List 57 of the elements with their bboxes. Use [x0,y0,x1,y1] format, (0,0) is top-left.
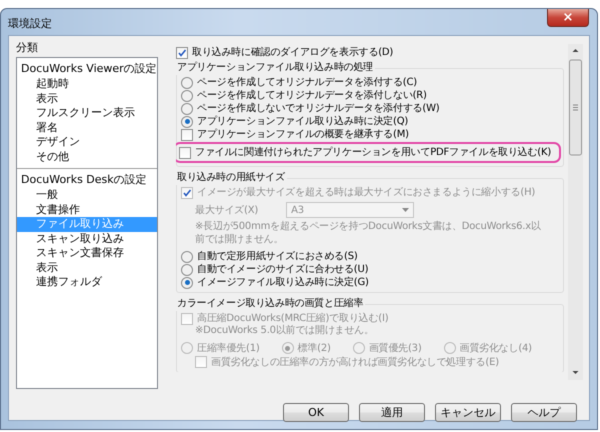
category-heading[interactable]: DocuWorks Deskの設定 [17,171,157,188]
option-label: 画質優先(3) [368,342,422,354]
option-label: 画質劣化なしの圧縮率の方が高ければ画質劣化なしで処理する(E) [211,356,499,368]
window-title: 環境設定 [8,16,52,31]
radio-button[interactable] [181,90,193,102]
category-item[interactable]: 文書操作 [17,202,157,217]
checkbox[interactable] [179,146,191,158]
category-item[interactable]: 表示 [17,92,157,106]
category-item[interactable]: デザイン [17,135,157,150]
radio-button[interactable] [181,76,193,88]
group-title: アプリケーションファイル取り込み時の処理 [176,61,374,75]
category-item[interactable]: 表示 [17,260,157,275]
option-label: 取り込み時に確認のダイアログを表示する(D) [192,46,394,59]
category-item[interactable]: 一般 [17,188,157,202]
option-label: 圧縮率優先(1) [197,342,260,354]
field-label: 最大サイズ(X) [195,204,258,217]
dialog-button[interactable]: 適用 [359,403,425,422]
option-label: 標準(2) [298,342,331,354]
checkbox[interactable] [176,46,188,58]
radio-button[interactable] [181,102,193,114]
category-item[interactable]: 起動時 [17,77,157,92]
panel-label: 分類 [16,40,39,55]
category-item[interactable]: スキャン取り込み [17,232,157,246]
category-item[interactable]: フルスクリーン表示 [17,106,157,120]
category-item[interactable]: スキャン文書保存 [17,246,157,260]
option-label: 自動で定形用紙サイズにおさめる(S) [197,250,358,263]
dropdown-value: A3 [291,204,304,216]
option-label: 画質劣化なし(4) [460,342,532,354]
category-item[interactable]: 署名 [17,120,157,135]
option-label: ファイルに関連付けられたアプリケーションを用いてPDFファイルを取り込む(K) [195,146,552,159]
option-label: ページを作成してオリジナルデータを添付する(C) [197,76,417,89]
option-label: アプリケーションファイルの概要を継承する(M) [197,128,409,141]
dialog-button[interactable]: キャンセル [435,403,501,422]
option-label: アプリケーションファイル取り込み時に決定(Q) [197,115,408,128]
dialog-button[interactable]: ヘルプ [511,403,577,422]
option-label: イメージが最大サイズを超える時は最大サイズにおさまるように縮小する(H) [197,186,536,199]
dialog-button[interactable]: OK [283,403,349,422]
close-button[interactable]: × [547,9,589,27]
radio-button[interactable] [181,250,193,262]
note-text: ※DocuWorks 5.0以前では開けません。 [194,325,375,338]
category-item[interactable]: その他 [17,150,157,164]
group-title: 取り込み時の用紙サイズ [176,171,286,185]
option-label: イメージファイル取り込み時に決定(G) [197,276,369,289]
option-label: ページを作成しないでオリジナルデータを添付する(W) [197,102,440,115]
scrollbar[interactable] [568,44,583,380]
radio-button[interactable] [181,276,193,288]
category-item[interactable]: 連携フォルダ [17,275,157,290]
radio-button[interactable] [181,264,193,276]
dropdown-arrow-icon [402,208,410,212]
checkbox[interactable] [181,128,193,140]
radio-button[interactable] [181,116,193,128]
note-text: ※長辺が500mmを超えるページを持つDocuWorks文書は、DocuWorks6.x以前では開けません。 [194,221,542,246]
option-label: 自動でイメージのサイズに合わせる(U) [197,263,368,276]
category-heading[interactable]: DocuWorks Viewerの設定 [17,60,157,77]
option-label: ページを作成してオリジナルデータを添付しない(R) [197,89,427,102]
group-title: カラーイメージ取り込み時の画質と圧縮率 [176,297,364,311]
option-label: 高圧縮DocuWorks(MRC圧縮)で取り込む(I) [197,312,388,324]
